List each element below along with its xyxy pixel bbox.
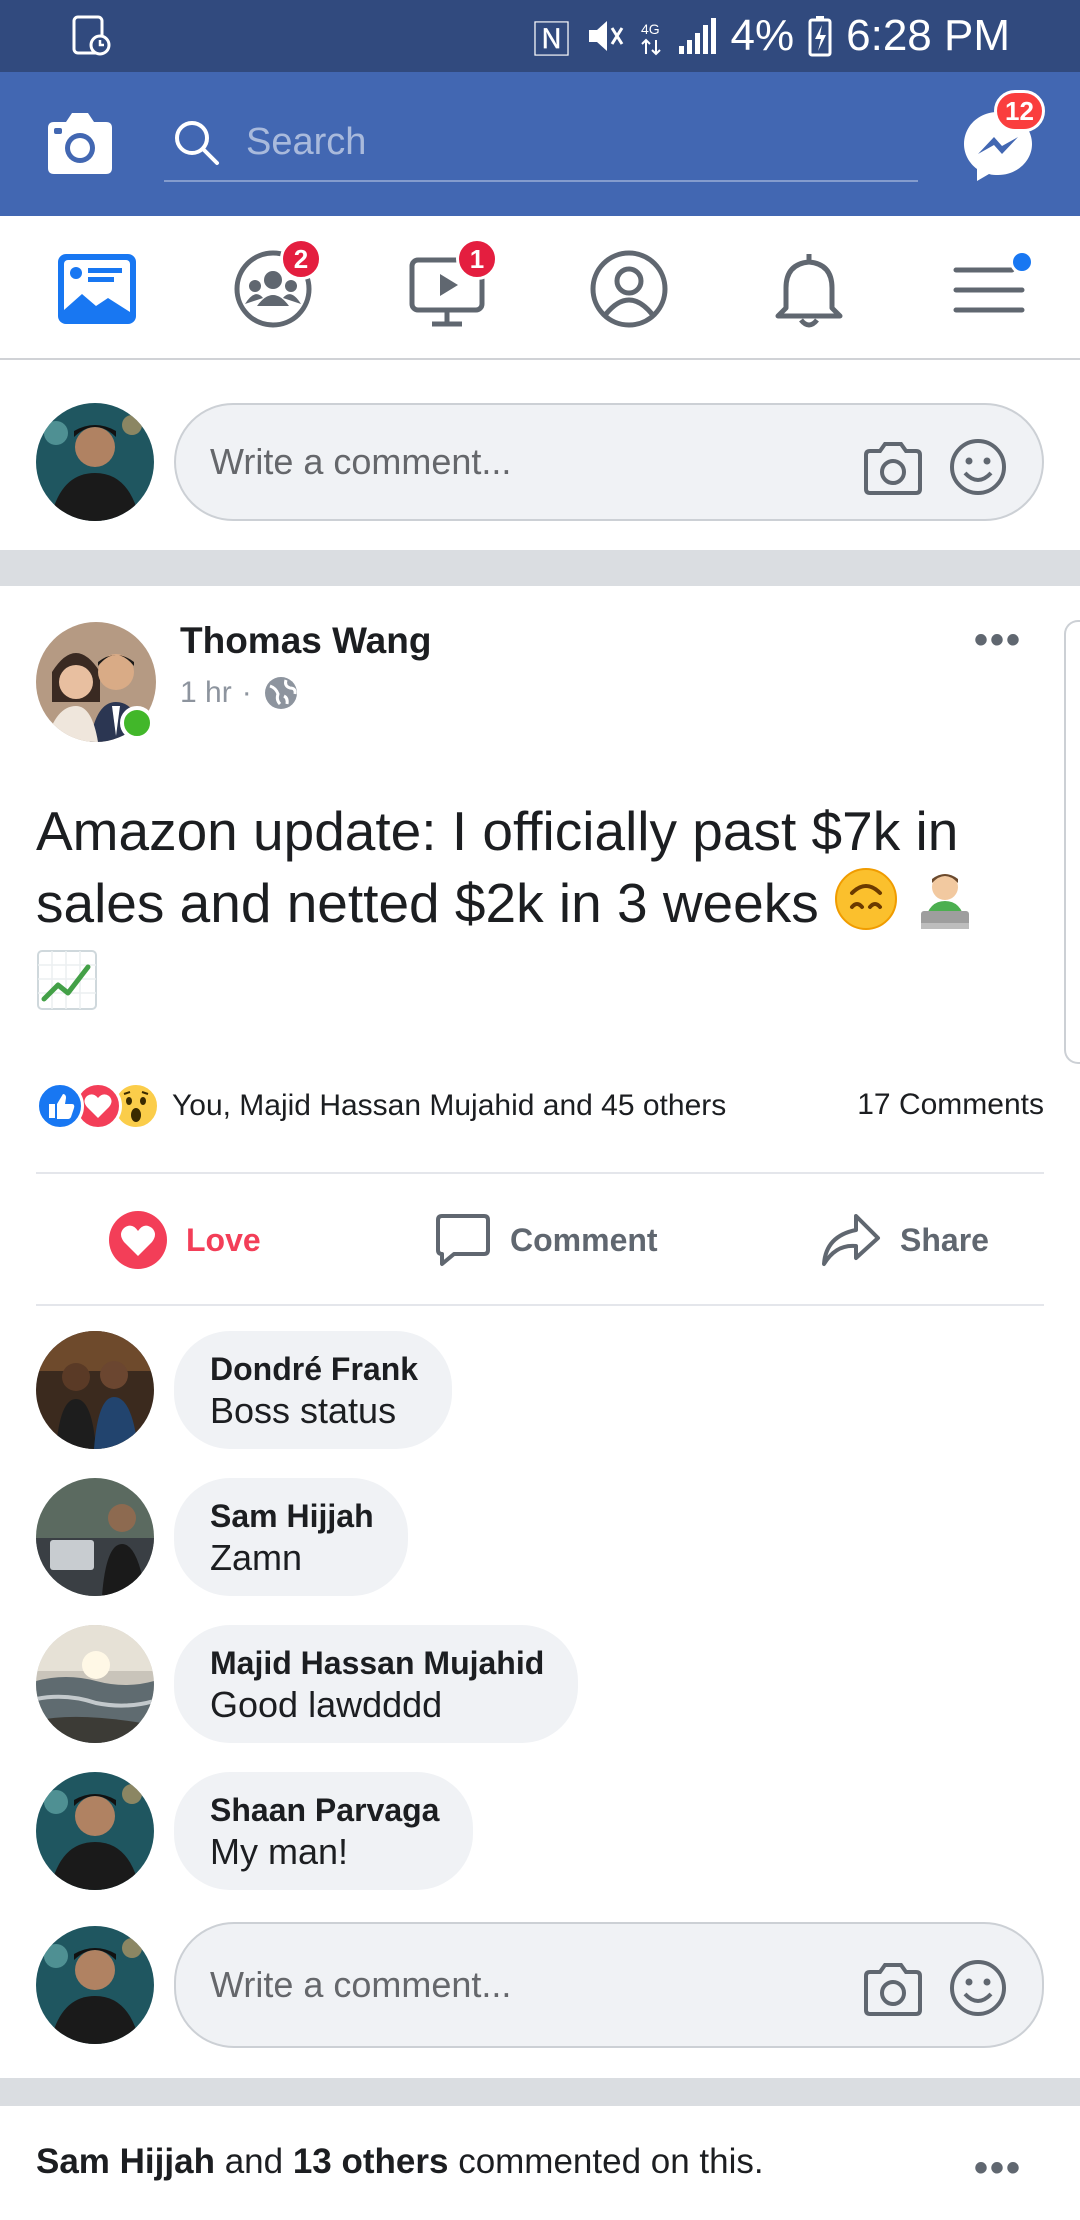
- post-time[interactable]: 1 hr: [180, 676, 232, 710]
- comment-text: Good lawdddd: [210, 1684, 443, 1725]
- emoji-icon[interactable]: [948, 437, 1008, 497]
- comment-composer[interactable]: Write a comment...: [174, 1922, 1044, 2048]
- comment-button[interactable]: Comment: [432, 1208, 658, 1272]
- messenger-button[interactable]: 12: [960, 90, 1045, 184]
- reactions-text: You, Majid Hassan Mujahid and 45 others: [172, 1089, 727, 1122]
- comments-count[interactable]: 17 Comments: [857, 1088, 1044, 1122]
- battery-percent: 4%: [730, 11, 795, 60]
- share-icon: [822, 1214, 880, 1266]
- search-input[interactable]: [246, 114, 846, 170]
- share-button[interactable]: Share: [820, 1208, 989, 1272]
- next-story-suffix: commented on this.: [458, 2142, 764, 2181]
- camera-icon[interactable]: [862, 441, 924, 497]
- upside-down-face-icon: [834, 867, 898, 948]
- avatar: [36, 403, 154, 521]
- divider: [36, 1304, 1044, 1306]
- commenter-avatar[interactable]: [36, 1772, 154, 1890]
- like-reaction-icon: [36, 1082, 84, 1130]
- post-text: Amazon update: I officially past $7k in …: [36, 795, 1036, 1028]
- comment-composer[interactable]: Write a comment...: [174, 403, 1044, 521]
- story-options-button[interactable]: •••: [974, 2146, 1022, 2191]
- comment-bubble[interactable]: Sam Hijjah Zamn: [174, 1478, 408, 1596]
- reactions-summary[interactable]: You, Majid Hassan Mujahid and 45 others: [36, 1078, 726, 1134]
- svg-text:4G: 4G: [641, 21, 660, 37]
- tab-watch[interactable]: 1: [406, 238, 498, 332]
- share-label: Share: [900, 1221, 989, 1258]
- post-meta: 1 hr ·: [180, 674, 300, 712]
- globe-icon: [264, 677, 297, 709]
- technologist-icon: [913, 867, 977, 948]
- commenter-avatar[interactable]: [36, 1625, 154, 1743]
- profile-icon: [590, 250, 668, 328]
- avatar: [36, 1926, 154, 2044]
- love-button[interactable]: Love: [108, 1208, 261, 1272]
- chart-increasing-icon: [36, 949, 98, 1028]
- bell-icon: [775, 254, 843, 328]
- watch-badge: 1: [456, 238, 498, 280]
- commenter-avatar[interactable]: [36, 1331, 154, 1449]
- comment-author[interactable]: Sam Hijjah: [210, 1496, 374, 1536]
- feed-separator: [0, 550, 1080, 586]
- comment-label: Comment: [510, 1221, 658, 1258]
- mute-icon: [588, 21, 623, 51]
- post-body: Amazon update: I officially past $7k in …: [36, 800, 959, 935]
- status-icons: 🄽 4G 4% 6:28 PM: [533, 8, 1010, 64]
- meta-dot: ·: [241, 676, 252, 709]
- next-story-name[interactable]: Sam Hijjah: [36, 2142, 215, 2181]
- tab-bar: 2 1: [0, 216, 1080, 360]
- tab-notifications[interactable]: [766, 246, 852, 332]
- comment-bubble[interactable]: Majid Hassan Mujahid Good lawdddd: [174, 1625, 579, 1743]
- feed-separator: [0, 2078, 1080, 2106]
- comment-bubble[interactable]: Shaan Parvaga My man!: [174, 1772, 474, 1890]
- divider: [36, 1172, 1044, 1174]
- battery-charging-icon: [808, 16, 832, 57]
- next-story-header: Sam Hijjah and 13 others commented on th…: [36, 2142, 764, 2182]
- commenter-avatar[interactable]: [36, 1478, 154, 1596]
- tab-profile[interactable]: [586, 246, 672, 332]
- comment-text: Boss status: [210, 1390, 397, 1431]
- comment-author[interactable]: Dondré Frank: [210, 1349, 418, 1389]
- comment-text: Zamn: [210, 1537, 303, 1578]
- post-author[interactable]: Thomas Wang: [180, 620, 431, 662]
- next-story-mid: and: [224, 2142, 284, 2181]
- status-bar: 🄽 4G 4% 6:28 PM: [0, 0, 1080, 72]
- menu-notification-dot: [1010, 250, 1034, 274]
- comment-placeholder: Write a comment...: [210, 441, 512, 482]
- love-label: Love: [186, 1221, 261, 1258]
- tab-groups[interactable]: 2: [230, 238, 322, 332]
- data-icon: 4G: [641, 21, 661, 56]
- online-indicator: [120, 706, 154, 740]
- comment-icon: [436, 1214, 490, 1266]
- signal-icon: [678, 18, 716, 54]
- screen-recorder-icon: [72, 15, 111, 56]
- comment-bubble[interactable]: Dondré Frank Boss status: [174, 1331, 453, 1449]
- messenger-badge: 12: [994, 90, 1045, 132]
- camera-icon[interactable]: [44, 110, 116, 176]
- tab-menu[interactable]: [946, 246, 1034, 332]
- camera-icon[interactable]: [862, 1962, 924, 2018]
- comment-text: My man!: [210, 1831, 349, 1872]
- heart-icon: [109, 1211, 167, 1269]
- scroll-edge: [1064, 620, 1080, 1064]
- comment-author[interactable]: Majid Hassan Mujahid: [210, 1643, 544, 1683]
- clock: 6:28 PM: [846, 11, 1010, 60]
- next-story-others[interactable]: 13 others: [293, 2142, 449, 2181]
- app-header: 12: [0, 72, 1080, 216]
- comment-author[interactable]: Shaan Parvaga: [210, 1790, 439, 1830]
- search-bar[interactable]: [164, 106, 918, 182]
- post-options-button[interactable]: •••: [974, 618, 1022, 663]
- search-icon: [175, 121, 219, 165]
- emoji-icon[interactable]: [948, 1958, 1008, 2018]
- groups-badge: 2: [280, 238, 322, 280]
- comment-placeholder: Write a comment...: [210, 1964, 512, 2005]
- news-feed-icon: [58, 254, 136, 324]
- tab-news-feed[interactable]: [54, 246, 140, 332]
- nfc-icon: 🄽: [532, 19, 571, 62]
